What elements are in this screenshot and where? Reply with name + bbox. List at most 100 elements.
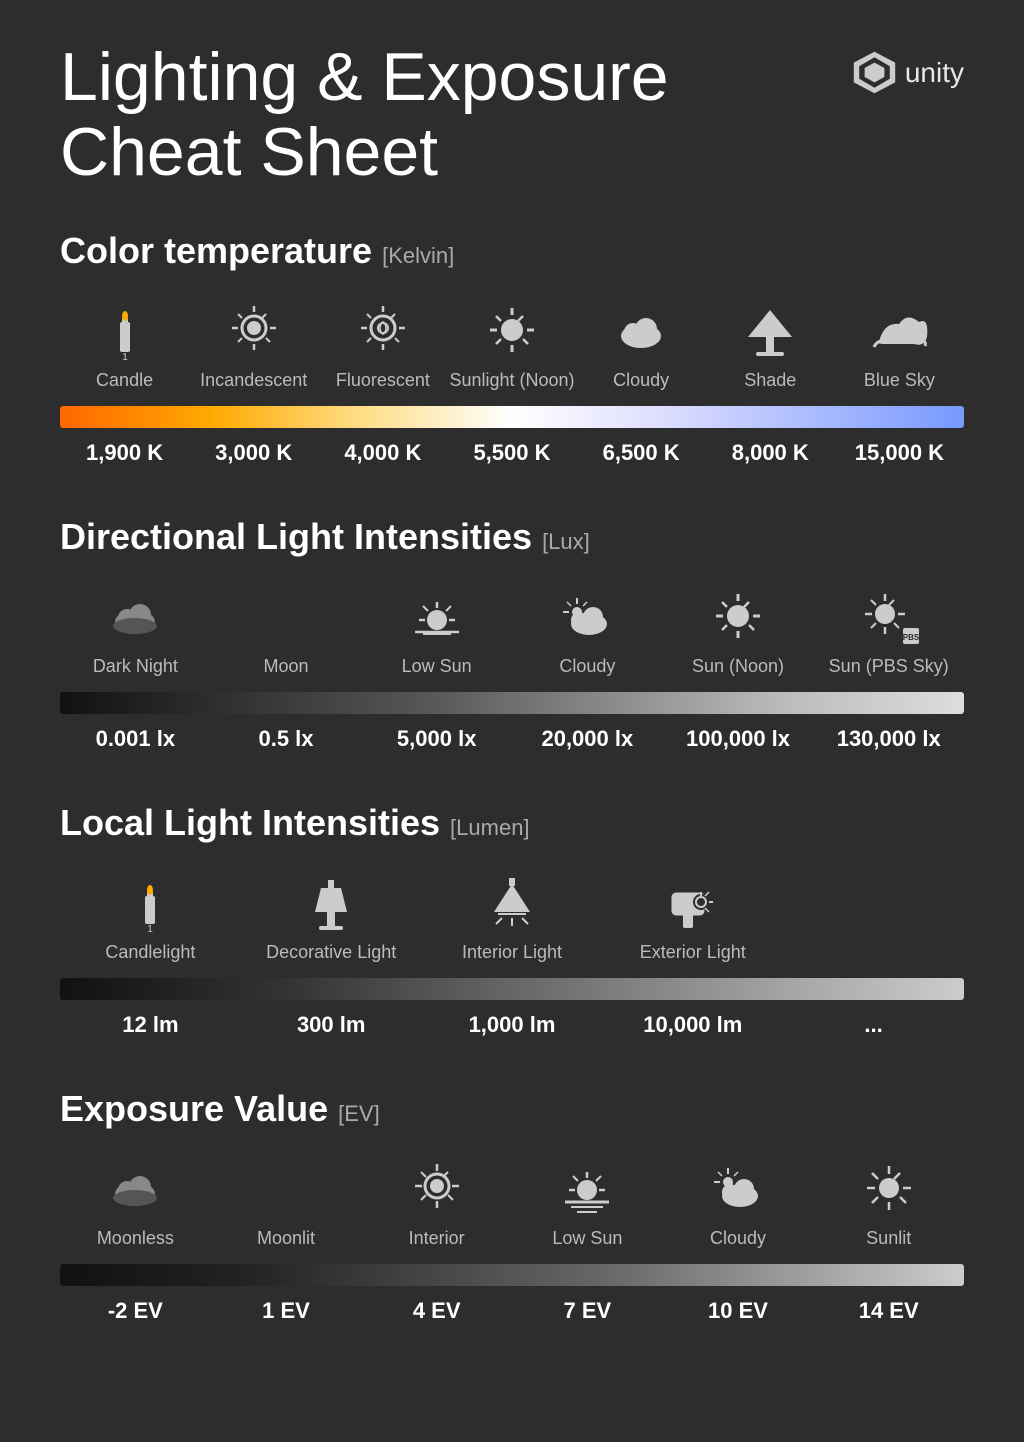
local-val-2: 1,000 lm xyxy=(469,1012,556,1038)
sunlit-ev-item: Sunlit xyxy=(813,1160,964,1249)
candle-icon: 1 xyxy=(95,302,155,362)
dark-night-item: Dark Night xyxy=(60,588,211,677)
dir-val-1: 0.5 lx xyxy=(258,726,313,752)
color-temp-value-4: 6,500 K xyxy=(577,440,706,466)
directional-icons-row: Dark Night Moon Low Sun xyxy=(60,588,964,677)
color-temp-blue-sky: Blue Sky xyxy=(835,302,964,391)
local-value-0: 12 lm xyxy=(60,1012,241,1038)
moonless-item: Moonless xyxy=(60,1160,211,1249)
local-value-2: 1,000 lm xyxy=(422,1012,603,1038)
svg-text:1: 1 xyxy=(148,924,154,934)
directional-cloudy-icon xyxy=(557,588,617,648)
candlelight-label: Candlelight xyxy=(105,942,195,963)
color-temp-value-3: 5,500 K xyxy=(447,440,576,466)
local-value-3: 10,000 lm xyxy=(602,1012,783,1038)
moonlit-label: Moonlit xyxy=(257,1228,315,1249)
color-temp-value-1: 3,000 K xyxy=(189,440,318,466)
color-temp-value-2: 4,000 K xyxy=(318,440,447,466)
dir-val-3: 20,000 lx xyxy=(541,726,633,752)
ev-value-4: 10 EV xyxy=(663,1298,814,1324)
color-temp-icons-row: 1 Candle Incandescent xyxy=(60,302,964,391)
sunlit-ev-icon xyxy=(859,1160,919,1220)
sun-pbs-icon: PBS xyxy=(859,588,919,648)
directional-section: Directional Light Intensities [Lux] Dark… xyxy=(60,516,964,752)
dir-value-4: 100,000 lx xyxy=(663,726,814,752)
interior-ev-icon xyxy=(407,1160,467,1220)
color-temp-value-0: 1,900 K xyxy=(60,440,189,466)
color-temp-incandescent: Incandescent xyxy=(189,302,318,391)
exposure-icons-row: Moonless Moonlit Interior xyxy=(60,1160,964,1249)
color-temp-val-2: 4,000 K xyxy=(344,440,421,466)
interior-item: Interior Light xyxy=(422,874,603,963)
dir-value-5: 130,000 lx xyxy=(813,726,964,752)
local-title: Local Light Intensities [Lumen] xyxy=(60,802,964,844)
shade-label: Shade xyxy=(744,370,796,391)
sun-noon-icon xyxy=(482,302,542,362)
color-temp-candle: 1 Candle xyxy=(60,302,189,391)
color-temp-shade: Shade xyxy=(706,302,835,391)
unity-logo: unity xyxy=(852,50,964,95)
local-gradient-bar xyxy=(60,978,964,1000)
dir-val-2: 5,000 lx xyxy=(397,726,477,752)
incandescent-icon xyxy=(224,302,284,362)
directional-cloudy-item: Cloudy xyxy=(512,588,663,677)
ev-val-4: 10 EV xyxy=(708,1298,768,1324)
exposure-gradient-bar xyxy=(60,1264,964,1286)
color-temp-gradient-bar xyxy=(60,406,964,428)
cloudy-ev-label: Cloudy xyxy=(710,1228,766,1249)
unity-label: unity xyxy=(905,57,964,89)
interior-icon xyxy=(482,874,542,934)
color-temp-val-5: 8,000 K xyxy=(732,440,809,466)
exterior-icon xyxy=(663,874,723,934)
ev-val-3: 7 EV xyxy=(564,1298,612,1324)
directional-cloudy-label: Cloudy xyxy=(559,656,615,677)
fluorescent-icon xyxy=(353,302,413,362)
color-temp-val-3: 5,500 K xyxy=(473,440,550,466)
ev-value-1: 1 EV xyxy=(211,1298,362,1324)
sun-noon-dir-icon xyxy=(708,588,768,648)
moonless-label: Moonless xyxy=(97,1228,174,1249)
local-val-4: ... xyxy=(864,1012,882,1038)
directional-gradient-bar xyxy=(60,692,964,714)
moonlit-icon xyxy=(256,1160,316,1220)
local-section: Local Light Intensities [Lumen] 1 Candle… xyxy=(60,802,964,1038)
dir-value-3: 20,000 lx xyxy=(512,726,663,752)
decorative-item: Decorative Light xyxy=(241,874,422,963)
blue-sky-icon xyxy=(869,302,929,362)
dir-value-1: 0.5 lx xyxy=(211,726,362,752)
svg-text:PBS: PBS xyxy=(902,633,918,642)
color-temperature-section: Color temperature [Kelvin] 1 Candle xyxy=(60,230,964,466)
color-temp-val-6: 15,000 K xyxy=(855,440,944,466)
local-value-1: 300 lm xyxy=(241,1012,422,1038)
dir-value-0: 0.001 lx xyxy=(60,726,211,752)
sun-noon-dir-item: Sun (Noon) xyxy=(663,588,814,677)
header: Lighting & Exposure Cheat Sheet unity xyxy=(60,40,964,190)
local-val-3: 10,000 lm xyxy=(643,1012,742,1038)
interior-ev-label: Interior xyxy=(409,1228,465,1249)
page-title: Lighting & Exposure Cheat Sheet xyxy=(60,40,669,190)
unity-icon xyxy=(852,50,897,95)
fluorescent-label: Fluorescent xyxy=(336,370,430,391)
sun-noon-label: Sunlight (Noon) xyxy=(449,370,574,391)
dir-value-2: 5,000 lx xyxy=(361,726,512,752)
svg-text:1: 1 xyxy=(122,352,128,362)
lowsun-ev-item: Low Sun xyxy=(512,1160,663,1249)
low-sun-label: Low Sun xyxy=(402,656,472,677)
cloudy-ev-item: Cloudy xyxy=(663,1160,814,1249)
exposure-title: Exposure Value [EV] xyxy=(60,1088,964,1130)
ev-value-5: 14 EV xyxy=(813,1298,964,1324)
color-temp-values-row: 1,900 K 3,000 K 4,000 K 5,500 K 6,500 K … xyxy=(60,440,964,466)
candle-label: Candle xyxy=(96,370,153,391)
interior-label: Interior Light xyxy=(462,942,562,963)
sun-pbs-item: PBS Sun (PBS Sky) xyxy=(813,588,964,677)
shade-icon xyxy=(740,302,800,362)
color-temp-fluorescent: Fluorescent xyxy=(318,302,447,391)
local-icons-row: 1 Candlelight Decorative Light xyxy=(60,874,964,963)
cloudy-icon xyxy=(611,302,671,362)
interior-ev-item: Interior xyxy=(361,1160,512,1249)
ev-val-2: 4 EV xyxy=(413,1298,461,1324)
ev-val-0: -2 EV xyxy=(108,1298,163,1324)
dir-val-4: 100,000 lx xyxy=(686,726,790,752)
moonless-icon xyxy=(105,1160,165,1220)
color-temp-value-6: 15,000 K xyxy=(835,440,964,466)
